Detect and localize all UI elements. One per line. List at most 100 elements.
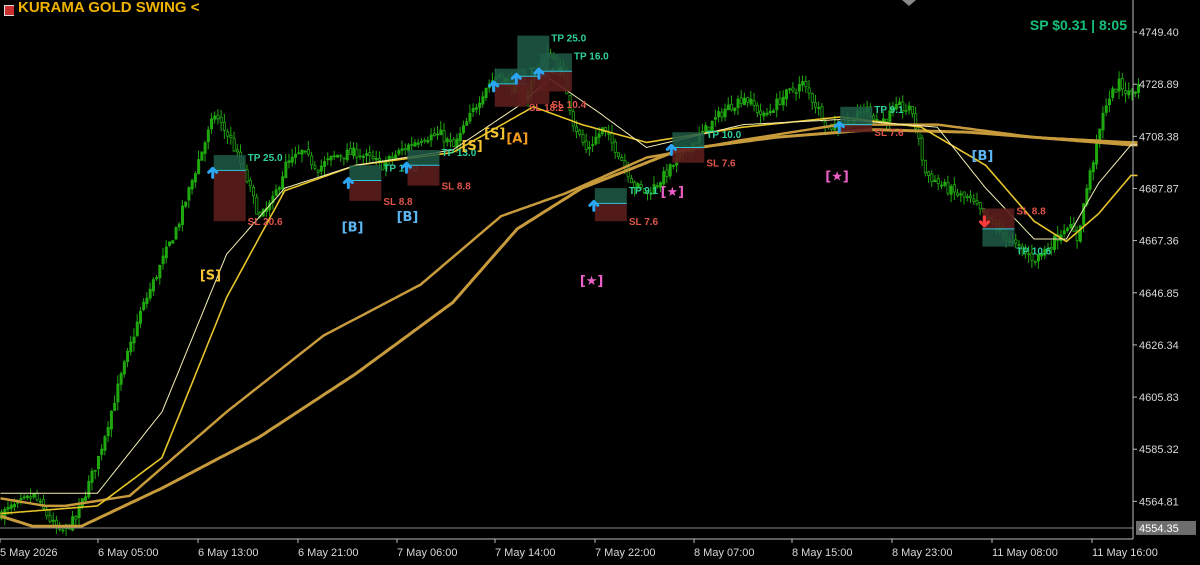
candle-body — [403, 148, 407, 151]
candle-body — [284, 161, 288, 179]
y-tick-label: 4605.83 — [1139, 392, 1179, 404]
candle-body — [1053, 235, 1057, 250]
candle-body — [161, 255, 165, 265]
tp-label: TP 9.1 — [874, 105, 904, 116]
tp-zone — [539, 53, 572, 72]
candle-body — [6, 507, 10, 510]
candle-body — [743, 97, 747, 105]
candle-body — [591, 144, 595, 147]
candle-body — [810, 93, 814, 103]
candle-body — [25, 495, 29, 498]
candle-body — [122, 361, 126, 375]
candle-body — [342, 157, 346, 160]
candle-body — [978, 202, 982, 210]
candle-body — [794, 91, 798, 94]
candle-body — [187, 187, 191, 201]
candle-body — [1111, 88, 1115, 98]
candle-body — [474, 107, 478, 110]
candle-body — [788, 88, 792, 91]
candle-body — [164, 246, 168, 259]
candle-body — [277, 187, 281, 190]
x-tick-label: 7 May 06:00 — [397, 547, 458, 559]
x-tick-label: 7 May 14:00 — [495, 547, 556, 559]
candle-body — [617, 152, 621, 158]
candle-body — [1066, 228, 1070, 231]
tp-zone — [407, 150, 440, 166]
candle-body — [190, 180, 194, 190]
tp-zone — [594, 188, 627, 204]
candle-body — [933, 179, 937, 183]
candle-body — [730, 103, 734, 111]
candle-body — [9, 504, 13, 509]
tp-zone — [982, 228, 1015, 247]
sl-zone — [213, 170, 246, 222]
candle-body — [35, 493, 39, 501]
candle-body — [368, 151, 372, 157]
candle-body — [1120, 78, 1124, 90]
price-chart[interactable]: TP 25.0SL 20.6TP 13.0SL 8.8TP 13.0SL 8.8… — [0, 0, 1200, 565]
candle-body — [1104, 105, 1108, 113]
candle-body — [142, 301, 146, 310]
candle-body — [361, 155, 365, 158]
candle-body — [358, 155, 362, 158]
candle-body — [138, 310, 142, 324]
candle-body — [481, 96, 485, 105]
candle-body — [400, 148, 404, 151]
sl-label: SL 7.6 — [874, 128, 904, 139]
candle-body — [943, 181, 947, 186]
candle-body — [274, 189, 278, 196]
candle-body — [90, 470, 94, 483]
candle-body — [959, 193, 963, 196]
tp-zone — [840, 106, 873, 125]
candle-body — [426, 139, 430, 143]
tp-label: TP 10.6 — [1016, 247, 1051, 258]
candle-body — [807, 87, 811, 94]
candle-body — [316, 169, 320, 173]
candle-body — [51, 519, 55, 522]
candle-body — [1133, 91, 1137, 94]
candle-body — [180, 205, 184, 225]
candle-body — [936, 178, 940, 185]
candle-body — [969, 195, 973, 199]
candle-body — [313, 165, 317, 169]
candle-body — [416, 142, 420, 145]
candle-body — [210, 118, 214, 130]
candle-body — [739, 97, 743, 104]
candle-body — [949, 185, 953, 195]
candle-body — [410, 144, 414, 146]
candle-body — [229, 134, 233, 139]
candle-body — [484, 87, 488, 98]
candle-body — [814, 102, 818, 108]
candle-body — [319, 165, 323, 172]
tp-zone — [672, 132, 705, 148]
sl-label: SL 8.8 — [383, 197, 413, 208]
signal-tag: [S] — [484, 126, 505, 141]
x-tick-label: 8 May 15:00 — [792, 547, 853, 559]
sl-label: SL 10.4 — [551, 100, 586, 111]
candle-body — [345, 149, 349, 161]
candle-body — [578, 129, 582, 135]
sl-label: SL 8.8 — [441, 182, 471, 193]
candle-body — [13, 504, 17, 508]
x-tick-label: 6 May 05:00 — [98, 547, 159, 559]
candle-body — [203, 142, 207, 154]
candle-body — [390, 156, 394, 159]
sl-label: SL 8.8 — [1016, 206, 1046, 217]
candle-body — [1127, 90, 1131, 96]
candle-body — [904, 110, 908, 112]
signal-tag: [B] — [342, 220, 364, 235]
candle-body — [213, 115, 217, 120]
status-readout: SP $0.31 | 8:05 — [1029, 17, 1127, 33]
scroll-marker-icon[interactable] — [902, 0, 916, 6]
candle-body — [132, 336, 136, 344]
candle-body — [93, 469, 97, 472]
y-tick-label: 4564.81 — [1139, 496, 1179, 508]
y-tick-label: 4687.87 — [1139, 183, 1179, 195]
candle-body — [245, 169, 249, 182]
sl-label: SL 20.6 — [248, 217, 283, 228]
candle-body — [348, 148, 352, 155]
tp-label: TP 10.0 — [706, 130, 741, 141]
candle-body — [946, 182, 950, 194]
candle-body — [38, 500, 42, 503]
candle-body — [765, 112, 769, 115]
